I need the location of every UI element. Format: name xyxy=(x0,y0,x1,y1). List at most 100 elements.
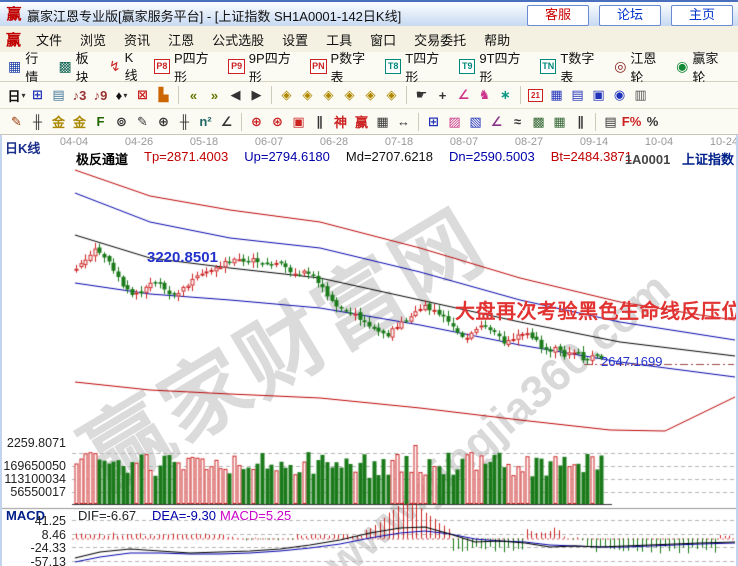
portfolio-tool-icon[interactable]: ▥ xyxy=(630,85,651,105)
crosshair-tool-icon[interactable]: + xyxy=(432,85,453,105)
homepage-button[interactable]: 主页 xyxy=(671,5,733,26)
k-mark-icon-glyph: ∥ xyxy=(316,114,323,130)
app-window: 赢 赢家江恩专业版[赢家服务平台] - [上证指数 SH1A0001-142日K… xyxy=(0,0,738,566)
star-target-icon[interactable]: ⊛ xyxy=(267,112,288,132)
9p-square-button[interactable]: P99P四方形 xyxy=(228,48,301,86)
fan-tool-icon[interactable]: ▨ xyxy=(444,112,465,132)
t-table-button-icon: TN xyxy=(540,59,556,74)
period-day-dropdown[interactable]: 日▾ xyxy=(6,85,27,105)
customer-service-button[interactable]: 客服 xyxy=(527,5,589,26)
publish-tool-icon[interactable]: ◉ xyxy=(609,85,630,105)
quotes-button[interactable]: ▦行情 xyxy=(8,48,49,86)
bars-3-icon[interactable]: ♪3 xyxy=(69,85,90,105)
gann-frame-icon[interactable]: ⊠ xyxy=(132,85,153,105)
angle2-tool-icon[interactable]: ∠ xyxy=(216,112,237,132)
diamond-left-icon[interactable]: ◈ xyxy=(276,85,297,105)
t-square-button[interactable]: T8T四方形 xyxy=(385,48,450,86)
hash-tool-icon[interactable]: ╫ xyxy=(174,112,195,132)
percent-f-tool-icon[interactable]: F% xyxy=(621,112,642,132)
angle-tool-icon[interactable]: ∠ xyxy=(453,85,474,105)
percent-tool-icon[interactable]: % xyxy=(642,112,663,132)
pattern-tool-icon[interactable]: ∗ xyxy=(495,85,516,105)
candle-style-dropdown[interactable]: ♦▾ xyxy=(111,85,132,105)
kline-button[interactable]: ↯K线 xyxy=(109,50,145,84)
n2-tool-icon[interactable]: n² xyxy=(195,112,216,132)
shen-tool-icon[interactable]: 神 xyxy=(330,112,351,132)
angle3-tool-icon[interactable]: ∠ xyxy=(486,112,507,132)
p-table-button[interactable]: PNP数字表 xyxy=(310,48,376,86)
star-target-icon-glyph: ⊛ xyxy=(272,114,283,130)
kline-canvas[interactable] xyxy=(0,135,738,566)
diamond-right-icon[interactable]: ◈ xyxy=(297,85,318,105)
macd-scale-label: -24.33 xyxy=(0,541,66,555)
gann-target-icon[interactable]: ⊕ xyxy=(246,112,267,132)
forum-button[interactable]: 论坛 xyxy=(599,5,661,26)
pen-tool-icon[interactable]: ✎ xyxy=(132,112,153,132)
shade-tool-icon[interactable]: ▧ xyxy=(465,112,486,132)
width-tool-icon[interactable]: ↔ xyxy=(393,112,414,132)
f-grid-icon[interactable]: F xyxy=(90,112,111,132)
gold-grid-2-icon[interactable]: 金 xyxy=(69,112,90,132)
square-target-icon[interactable]: ▣ xyxy=(288,112,309,132)
menu-item-资讯[interactable]: 资讯 xyxy=(115,27,159,52)
date-tick: 04-04 xyxy=(60,136,88,148)
circle3-tool-icon[interactable]: ⊕ xyxy=(153,112,174,132)
box-tool-icon[interactable]: ⊞ xyxy=(423,112,444,132)
diamond-expand-all-icon[interactable]: ◈ xyxy=(360,85,381,105)
9t-square-button-icon: T9 xyxy=(459,59,475,74)
spiral-tool-icon[interactable]: ⊚ xyxy=(111,112,132,132)
date-tick: 07-18 xyxy=(385,136,413,148)
sectors-button-label: 板块 xyxy=(76,48,100,86)
grid-big2-icon[interactable]: ▦ xyxy=(549,112,570,132)
calendar-tool-icon[interactable]: 21 xyxy=(525,85,546,105)
brush-tool-icon[interactable]: ✎ xyxy=(6,112,27,132)
calculator-tool-icon[interactable]: ▦ xyxy=(546,85,567,105)
indicator-values: Tp=2871.4003Up=2794.6180Md=2707.6218Dn=2… xyxy=(144,149,632,168)
winner-wheel-button-label: 赢家轮 xyxy=(692,48,729,86)
k-mark-icon[interactable]: ∥ xyxy=(309,112,330,132)
drawing-toolbar-row3: ✎╫金金F⊚✎⊕╫n²∠⊕⊛▣∥神赢▦↔⊞▨▧∠≈▩▦∥▤F%% xyxy=(0,109,738,135)
save-tool-icon[interactable]: ▣ xyxy=(588,85,609,105)
macd-hist-value: MACD=5.25 xyxy=(220,508,291,523)
diamond-expand-h-icon-glyph: ◈ xyxy=(324,87,334,103)
diamond-full-icon[interactable]: ◈ xyxy=(381,85,402,105)
sectors-button[interactable]: ▩板块 xyxy=(58,48,99,86)
diamond-left-icon-glyph: ◈ xyxy=(282,87,292,103)
grid-tool-icon[interactable]: ╫ xyxy=(27,112,48,132)
report-tool-icon[interactable]: ▤ xyxy=(567,85,588,105)
gold-grid-1-icon[interactable]: 金 xyxy=(48,112,69,132)
winner-wheel-button-icon: ◉ xyxy=(676,59,688,74)
grid-123-icon[interactable]: ▦ xyxy=(372,112,393,132)
gann-wheel-button[interactable]: ◎江恩轮 xyxy=(614,48,667,86)
chart-area[interactable]: 赢家财富网 www.yingjia360.com QQ:100800360 04… xyxy=(0,135,738,566)
grid-big-icon[interactable]: ▩ xyxy=(528,112,549,132)
hand-tool-icon[interactable]: ☛ xyxy=(411,85,432,105)
wave-tool-icon-glyph: ≈ xyxy=(514,114,521,129)
winner-wheel-button[interactable]: ◉ 赢家轮 xyxy=(676,48,729,86)
window-layout-icon[interactable]: ⊞ xyxy=(27,85,48,105)
kline-button-label: K线 xyxy=(125,50,145,84)
p-square-button[interactable]: P8P四方形 xyxy=(154,48,220,86)
last-page-icon[interactable]: » xyxy=(204,85,225,105)
high-price-label: 3220.8501 xyxy=(147,249,218,266)
9t-square-button[interactable]: T99T四方形 xyxy=(459,48,531,86)
ying-tool-icon[interactable]: 赢 xyxy=(351,112,372,132)
stats-tool-icon[interactable]: ▤ xyxy=(600,112,621,132)
width-tool-icon-glyph: ↔ xyxy=(397,114,410,129)
indicator-value: Up=2794.6180 xyxy=(244,149,330,168)
next-bar-icon[interactable]: ▶ xyxy=(246,85,267,105)
date-tick: 10-04 xyxy=(645,136,673,148)
diamond-expand-h-icon[interactable]: ◈ xyxy=(318,85,339,105)
prev-bar-icon[interactable]: ◀ xyxy=(225,85,246,105)
parallel-tool-icon[interactable]: ∥ xyxy=(570,112,591,132)
bars-9-icon[interactable]: ♪9 xyxy=(90,85,111,105)
info-note-icon[interactable]: ▤ xyxy=(48,85,69,105)
color-volume-icon[interactable]: ▙ xyxy=(153,85,174,105)
gann-wheel-button-label: 江恩轮 xyxy=(630,48,667,86)
wave-tool-icon[interactable]: ≈ xyxy=(507,112,528,132)
title-bar: 赢 赢家江恩专业版[赢家服务平台] - [上证指数 SH1A0001-142日K… xyxy=(0,0,738,29)
knight-tool-icon[interactable]: ♞ xyxy=(474,85,495,105)
first-page-icon[interactable]: « xyxy=(183,85,204,105)
t-table-button[interactable]: TNT数字表 xyxy=(540,48,605,86)
diamond-compress-icon[interactable]: ◈ xyxy=(339,85,360,105)
